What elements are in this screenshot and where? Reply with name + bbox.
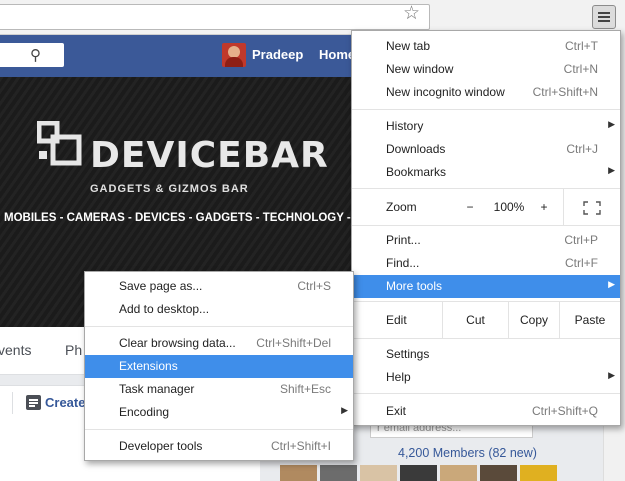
menu-item-task-manager[interactable]: Task manager Shift+Esc	[85, 378, 353, 401]
menu-item-extensions[interactable]: Extensions	[85, 355, 353, 378]
group-sidebar: r email address... 4,200 Members (82 new…	[280, 416, 600, 481]
copy-button[interactable]: Copy	[508, 302, 559, 338]
divider	[12, 392, 13, 414]
menu-item-help[interactable]: Help ▶	[352, 366, 620, 389]
zoom-label: Zoom	[386, 200, 417, 214]
menu-separator	[352, 338, 620, 339]
menu-item-encoding[interactable]: Encoding ▶	[85, 401, 353, 424]
menu-separator	[352, 393, 620, 394]
member-photo[interactable]	[520, 465, 557, 481]
create-post-button[interactable]: Create	[45, 395, 85, 410]
brand-tagline: GADGETS & GIZMOS BAR	[90, 183, 249, 195]
profile-name-link[interactable]: Pradeep	[252, 47, 303, 62]
chrome-main-menu: New tab Ctrl+T New window Ctrl+N New inc…	[351, 30, 621, 426]
facebook-search-input[interactable]: ⚲	[0, 43, 64, 67]
member-photo[interactable]	[360, 465, 397, 481]
fullscreen-icon	[583, 201, 601, 215]
hamburger-menu-icon	[598, 12, 610, 14]
tab-events[interactable]: vents	[0, 342, 31, 358]
menu-item-settings[interactable]: Settings	[352, 343, 620, 366]
brand-topics: MOBILES - CAMERAS - DEVICES - GADGETS - …	[4, 212, 409, 224]
menu-separator	[352, 225, 620, 226]
menu-item-downloads[interactable]: Downloads Ctrl+J	[352, 138, 620, 161]
member-photo[interactable]	[320, 465, 357, 481]
menu-item-new-incognito-window[interactable]: New incognito window Ctrl+Shift+N	[352, 81, 620, 104]
paste-button[interactable]: Paste	[559, 302, 620, 338]
create-post-icon[interactable]	[26, 395, 41, 410]
submenu-arrow-icon: ▶	[608, 370, 615, 380]
members-count-link[interactable]: 4,200 Members (82 new)	[398, 446, 537, 460]
menu-item-add-to-desktop[interactable]: Add to desktop...	[85, 298, 353, 321]
menu-separator	[85, 326, 353, 327]
more-tools-submenu: Save page as... Ctrl+S Add to desktop...…	[84, 271, 354, 461]
menu-item-more-tools[interactable]: More tools ▶	[352, 275, 620, 298]
chrome-menu-button[interactable]	[592, 5, 616, 29]
menu-item-exit[interactable]: Exit Ctrl+Shift+Q	[352, 400, 620, 423]
search-icon[interactable]: ⚲	[30, 46, 41, 64]
menu-item-developer-tools[interactable]: Developer tools Ctrl+Shift+I	[85, 435, 353, 458]
edit-row: Edit Cut Copy Paste	[352, 302, 620, 338]
member-photo[interactable]	[480, 465, 517, 481]
fullscreen-button[interactable]	[563, 189, 620, 225]
submenu-arrow-icon: ▶	[608, 165, 615, 175]
submenu-arrow-icon: ▶	[608, 119, 615, 129]
avatar[interactable]	[222, 43, 246, 67]
address-bar[interactable]	[0, 4, 430, 30]
brand-title: DEVICEBAR	[90, 135, 329, 176]
menu-item-save-page[interactable]: Save page as... Ctrl+S	[85, 275, 353, 298]
tab-photos[interactable]: Ph	[65, 342, 82, 358]
menu-separator	[85, 429, 353, 430]
zoom-in-button[interactable]: +	[529, 189, 559, 225]
devicebar-logo-icon	[37, 121, 82, 166]
zoom-level: 100%	[493, 200, 525, 214]
menu-item-bookmarks[interactable]: Bookmarks ▶	[352, 161, 620, 184]
cut-button[interactable]: Cut	[442, 302, 508, 338]
menu-item-clear-browsing-data[interactable]: Clear browsing data... Ctrl+Shift+Del	[85, 332, 353, 355]
zoom-row: Zoom − 100% +	[352, 189, 620, 225]
bookmark-star-icon[interactable]: ☆	[403, 3, 420, 25]
member-photo[interactable]	[440, 465, 477, 481]
member-photo[interactable]	[280, 465, 317, 481]
zoom-out-button[interactable]: −	[451, 189, 489, 225]
menu-item-new-window[interactable]: New window Ctrl+N	[352, 58, 620, 81]
member-photo[interactable]	[400, 465, 437, 481]
menu-item-print[interactable]: Print... Ctrl+P	[352, 229, 620, 252]
home-link[interactable]: Home	[319, 47, 355, 62]
submenu-arrow-icon: ▶	[608, 279, 615, 289]
menu-item-new-tab[interactable]: New tab Ctrl+T	[352, 35, 620, 58]
menu-item-history[interactable]: History ▶	[352, 115, 620, 138]
menu-separator	[352, 109, 620, 110]
submenu-arrow-icon: ▶	[341, 405, 348, 415]
edit-label: Edit	[386, 313, 407, 327]
menu-item-find[interactable]: Find... Ctrl+F	[352, 252, 620, 275]
